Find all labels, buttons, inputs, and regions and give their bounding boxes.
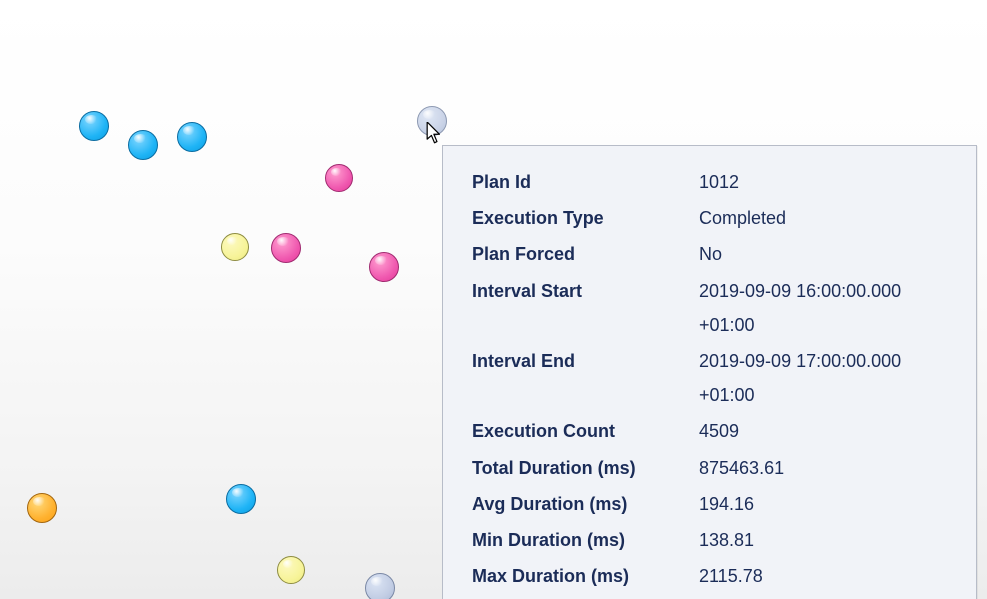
- tooltip-row: Avg Duration (ms)194.16: [471, 486, 948, 522]
- data-point[interactable]: [325, 164, 353, 192]
- tooltip-label: Max Duration (ms): [471, 558, 698, 594]
- tooltip-row: Plan Id1012: [471, 164, 948, 200]
- tooltip-value: 1012: [698, 164, 948, 200]
- tooltip-value: Completed: [698, 200, 948, 236]
- tooltip-value: 875463.61: [698, 450, 948, 486]
- data-point[interactable]: [27, 493, 57, 523]
- tooltip-row: Execution Count4509: [471, 413, 948, 449]
- data-point[interactable]: [79, 111, 109, 141]
- data-point[interactable]: [365, 573, 395, 599]
- data-point[interactable]: [221, 233, 249, 261]
- tooltip-row: Interval End2019-09-09 17:00:00.000 +01:…: [471, 343, 948, 413]
- data-point[interactable]: [369, 252, 399, 282]
- tooltip-label: Execution Type: [471, 200, 698, 236]
- tooltip-row: Interval Start2019-09-09 16:00:00.000 +0…: [471, 273, 948, 343]
- data-point[interactable]: [226, 484, 256, 514]
- tooltip-label: Avg Duration (ms): [471, 486, 698, 522]
- tooltip-row: Total Duration (ms)875463.61: [471, 450, 948, 486]
- tooltip-label: Min Duration (ms): [471, 522, 698, 558]
- tooltip-table: Plan Id1012 Execution TypeCompleted Plan…: [471, 164, 948, 599]
- data-point[interactable]: [277, 556, 305, 584]
- tooltip-value: 4509: [698, 413, 948, 449]
- tooltip-value: 82.83: [698, 594, 948, 599]
- tooltip-label: Plan Id: [471, 164, 698, 200]
- tooltip-value: No: [698, 236, 948, 272]
- data-point[interactable]: [177, 122, 207, 152]
- data-point-hovered[interactable]: [417, 106, 447, 136]
- tooltip-value: 2019-09-09 16:00:00.000 +01:00: [698, 273, 948, 343]
- tooltip-value: 138.81: [698, 522, 948, 558]
- tooltip-row: Execution TypeCompleted: [471, 200, 948, 236]
- tooltip-label: Total Duration (ms): [471, 450, 698, 486]
- data-point[interactable]: [271, 233, 301, 263]
- tooltip-value: 2115.78: [698, 558, 948, 594]
- tooltip-label: Std Dev Duration (ms): [471, 594, 698, 599]
- tooltip-label: Interval End: [471, 343, 698, 413]
- tooltip-row: Std Dev Duration (ms)82.83: [471, 594, 948, 599]
- tooltip-panel: Plan Id1012 Execution TypeCompleted Plan…: [442, 145, 977, 599]
- tooltip-value: 194.16: [698, 486, 948, 522]
- tooltip-row: Plan ForcedNo: [471, 236, 948, 272]
- tooltip-label: Plan Forced: [471, 236, 698, 272]
- tooltip-label: Interval Start: [471, 273, 698, 343]
- tooltip-label: Execution Count: [471, 413, 698, 449]
- tooltip-value: 2019-09-09 17:00:00.000 +01:00: [698, 343, 948, 413]
- tooltip-row: Max Duration (ms)2115.78: [471, 558, 948, 594]
- tooltip-row: Min Duration (ms)138.81: [471, 522, 948, 558]
- data-point[interactable]: [128, 130, 158, 160]
